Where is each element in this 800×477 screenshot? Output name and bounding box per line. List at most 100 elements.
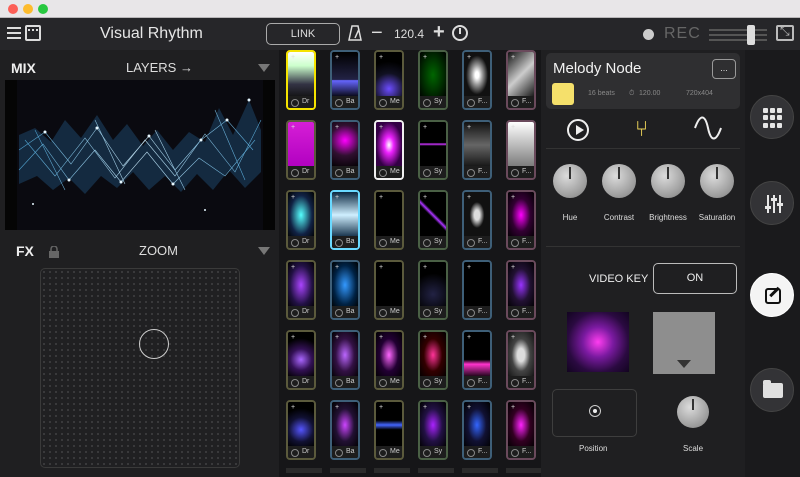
sine-wave-icon[interactable] [693, 116, 723, 140]
clip-cell[interactable]: + Ba [330, 330, 360, 390]
position-pad[interactable] [552, 389, 637, 437]
clip-cell[interactable]: + F... [462, 330, 492, 390]
xy-pad-handle[interactable] [139, 329, 169, 359]
record-dot-icon[interactable] [643, 29, 654, 40]
layers-selector[interactable]: LAYERS → [126, 60, 193, 75]
edit-icon [765, 288, 781, 304]
hamburger-menu-icon[interactable] [7, 27, 21, 39]
key-source-thumbnail[interactable] [567, 312, 629, 372]
clip-cell[interactable]: + Me [374, 190, 404, 250]
clip-add-icon: + [423, 54, 428, 61]
clip-cell[interactable]: + Sy [418, 190, 448, 250]
clip-cell[interactable]: + F... [506, 260, 536, 320]
tap-tempo-icon[interactable] [452, 25, 468, 41]
clip-node-label: F... [464, 96, 490, 108]
key-color-picker[interactable] [653, 312, 715, 374]
clip-node-label: Ba [332, 236, 358, 248]
clip-cell[interactable]: + Sy [418, 400, 448, 460]
video-key-toggle[interactable]: ON [653, 263, 737, 294]
clip-cell[interactable]: + F... [506, 330, 536, 390]
clip-cell[interactable]: + Ba [330, 400, 360, 460]
position-handle[interactable] [589, 405, 601, 417]
fx-dropdown-icon[interactable] [258, 247, 270, 255]
hue-knob[interactable] [553, 164, 587, 198]
clip-cell[interactable]: + Ba [330, 260, 360, 320]
clip-node-label: Sy [420, 376, 446, 388]
clip-cell[interactable]: + F... [506, 190, 536, 250]
library-view-button[interactable] [750, 368, 794, 412]
node-resolution: 720x404 [686, 90, 713, 97]
clip-cell[interactable]: + Sy [418, 120, 448, 180]
tempo-decrease-button[interactable]: − [371, 23, 383, 43]
clip-cell[interactable]: + F... [462, 50, 492, 110]
clip-add-icon: + [335, 264, 340, 271]
app-title: Visual Rhythm [100, 25, 203, 42]
mixer-view-button[interactable] [750, 181, 794, 225]
clip-cell[interactable]: + F... [462, 260, 492, 320]
clip-node-label: Sy [420, 446, 446, 458]
clip-cell[interactable]: + F... [462, 400, 492, 460]
master-level-slider[interactable] [709, 25, 767, 45]
lock-icon[interactable] [48, 246, 60, 258]
clip-cell[interactable]: + Ba [330, 50, 360, 110]
clip-cell[interactable]: + F... [506, 50, 536, 110]
edit-view-button[interactable] [750, 273, 794, 317]
clip-cell[interactable]: + Dr [286, 400, 316, 460]
clip-cell[interactable]: + Me [374, 330, 404, 390]
clip-cell[interactable]: + F... [506, 120, 536, 180]
clip-node-label: F... [508, 376, 534, 388]
clips-view-button[interactable] [750, 95, 794, 139]
clip-cell[interactable]: + Me [374, 260, 404, 320]
mix-dropdown-icon[interactable] [258, 64, 270, 72]
clip-add-icon: + [467, 264, 472, 271]
clip-cell[interactable]: + Me [374, 50, 404, 110]
clip-add-icon: + [511, 264, 516, 271]
tuning-fork-icon[interactable]: ⑂ [635, 116, 648, 142]
clip-cell[interactable]: + Dr [286, 260, 316, 320]
clip-cell[interactable]: + Dr [286, 120, 316, 180]
clip-cell[interactable]: + Dr [286, 330, 316, 390]
fullscreen-icon[interactable] [776, 24, 794, 41]
brightness-knob[interactable] [651, 164, 685, 198]
fx-xy-pad[interactable] [40, 268, 240, 468]
clip-cell[interactable]: + F... [462, 120, 492, 180]
tempo-increase-button[interactable]: + [433, 22, 445, 42]
close-window-button[interactable] [8, 4, 18, 14]
clip-cell[interactable]: + Sy [418, 330, 448, 390]
play-icon[interactable] [567, 119, 589, 141]
clip-cell[interactable]: + Sy [418, 50, 448, 110]
fx-effect-selector[interactable]: ZOOM [139, 243, 178, 258]
clip-add-icon: + [379, 264, 384, 271]
clip-cell[interactable]: + Ba [330, 190, 360, 250]
clip-cell[interactable]: + Sy [418, 260, 448, 320]
clip-cell[interactable]: + Me [374, 400, 404, 460]
column-footer [286, 468, 322, 473]
clip-grid: + Dr + Dr + Dr + Dr + Dr + Dr + Ba + Ba + Ba + Ba + Ba + Ba + Me +… [279, 50, 542, 477]
node-more-button[interactable]: ... [712, 59, 736, 79]
minimize-window-button[interactable] [23, 4, 33, 14]
clip-node-label: F... [464, 306, 490, 318]
clip-node-label: Dr [288, 96, 314, 108]
scale-knob[interactable] [677, 396, 709, 428]
link-button[interactable]: LINK [266, 23, 340, 45]
clip-node-label: F... [464, 166, 490, 178]
grid-icon [763, 108, 783, 128]
clip-node-label: Ba [332, 446, 358, 458]
record-label[interactable]: REC [664, 25, 701, 43]
metronome-icon[interactable] [348, 25, 362, 41]
contrast-knob[interactable] [602, 164, 636, 198]
clip-add-icon: + [379, 404, 384, 411]
film-icon[interactable] [25, 25, 41, 41]
clip-add-icon: + [423, 194, 428, 201]
right-sidebar [745, 50, 800, 477]
clip-cell[interactable]: + Me [374, 120, 404, 180]
clip-cell[interactable]: + Ba [330, 120, 360, 180]
clip-cell[interactable]: + Dr [286, 190, 316, 250]
node-color-swatch[interactable] [552, 83, 574, 105]
saturation-knob[interactable] [700, 164, 734, 198]
clip-cell[interactable]: + F... [506, 400, 536, 460]
zoom-window-button[interactable] [38, 4, 48, 14]
metronome-mini-icon: ⏱ [629, 90, 635, 97]
clip-cell[interactable]: + Dr [286, 50, 316, 110]
clip-cell[interactable]: + F... [462, 190, 492, 250]
